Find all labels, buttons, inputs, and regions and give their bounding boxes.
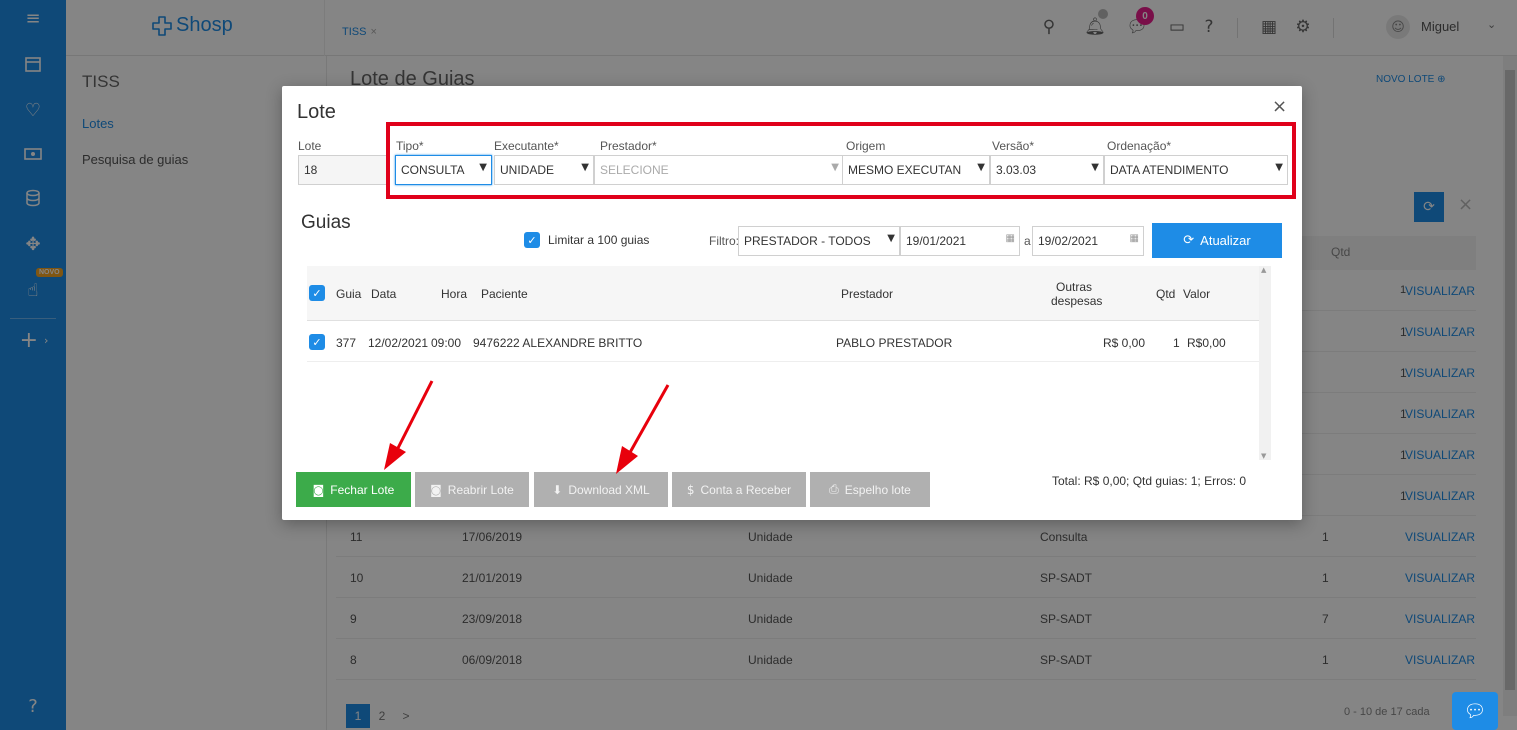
date-from-value: 19/01/2021 <box>906 234 967 248</box>
col-data: Data <box>371 287 397 301</box>
guias-table: ✓ Guia Data Hora Paciente Prestador Outr… <box>307 266 1271 460</box>
cell-hora: 09:00 <box>431 336 462 350</box>
chevron-down-icon: ▼ <box>887 233 895 244</box>
cell-valor: R$0,00 <box>1187 336 1226 350</box>
guias-title: Guias <box>301 212 351 233</box>
cell-paciente: 9476222 ALEXANDRE BRITTO <box>473 336 643 350</box>
totals-summary: Total: R$ 0,00; Qtd guias: 1; Erros: 0 <box>1052 474 1247 488</box>
col-paciente: Paciente <box>481 287 528 301</box>
close-icon[interactable]: × <box>1272 96 1287 117</box>
date-to-value: 19/02/2021 <box>1038 234 1099 248</box>
download-icon: ⬇ <box>552 482 563 497</box>
table-header: ✓ Guia Data Hora Paciente Prestador Outr… <box>307 266 1259 321</box>
lote-modal: Lote × Lote 18 Tipo* CONSULTA ▼ Executant… <box>282 86 1302 520</box>
filtro-label: Filtro: <box>709 234 739 248</box>
download-label: Download XML <box>568 482 650 497</box>
col-outras: Outras <box>1056 280 1093 294</box>
cell-guia: 377 <box>336 336 357 350</box>
cell-data: 12/02/2021 <box>368 336 429 350</box>
cell-prestador: PABLO PRESTADOR <box>836 336 953 350</box>
scroll-up-icon[interactable]: ▲ <box>1261 266 1266 274</box>
atualizar-label: Atualizar <box>1200 233 1251 248</box>
espelho-lote-button[interactable]: ⎙ Espelho lote <box>810 472 930 507</box>
limitar-checkbox[interactable]: ✓ <box>524 232 540 248</box>
col-guia: Guia <box>336 287 362 301</box>
dollar-icon: $ <box>686 482 695 497</box>
lote-value: 18 <box>304 163 318 177</box>
row-checkbox[interactable]: ✓ <box>309 334 325 350</box>
reabrir-label: Reabrir Lote <box>447 482 514 497</box>
conta-receber-button[interactable]: $ Conta a Receber <box>672 472 806 507</box>
scroll-down-icon[interactable]: ▼ <box>1261 452 1266 460</box>
lote-field: 18 <box>298 155 390 185</box>
col-prestador: Prestador <box>841 287 894 301</box>
col-qtd: Qtd <box>1156 287 1176 301</box>
chat-button[interactable]: 💬︎ <box>1452 692 1498 730</box>
filtro-select[interactable]: PRESTADOR - TODOS ▼ <box>738 226 900 256</box>
table-scrollbar[interactable]: ▲ ▼ <box>1259 266 1271 460</box>
fechar-label: Fechar Lote <box>330 482 395 497</box>
table-row[interactable]: ✓ 377 12/02/2021 09:00 9476222 ALEXANDRE… <box>307 322 1259 362</box>
espelho-label: Espelho lote <box>844 482 911 497</box>
date-sep: a <box>1024 234 1031 248</box>
col-hora: Hora <box>441 287 468 301</box>
modal-title: Lote <box>297 101 336 123</box>
print-icon: ⎙ <box>829 482 839 496</box>
calendar-icon[interactable]: ▦ <box>1130 233 1139 244</box>
camera-icon: ◙ <box>312 482 325 497</box>
highlight-box <box>386 122 1296 199</box>
date-from-input[interactable]: 19/01/2021 ▦ <box>900 226 1020 256</box>
col-valor: Valor <box>1183 287 1211 301</box>
calendar-icon[interactable]: ▦ <box>1006 233 1015 244</box>
lote-label: Lote <box>298 139 322 153</box>
fechar-lote-button[interactable]: ◙ Fechar Lote <box>296 472 411 507</box>
select-all-checkbox[interactable]: ✓ <box>309 285 325 301</box>
atualizar-button[interactable]: ⟳ Atualizar <box>1152 223 1282 258</box>
limitar-label: Limitar a 100 guias <box>548 233 650 247</box>
camera-icon: ◙ <box>430 482 442 497</box>
download-xml-button[interactable]: ⬇ Download XML <box>534 472 668 507</box>
cell-outras: R$ 0,00 <box>1103 336 1146 350</box>
refresh-icon: ⟳ <box>1183 233 1195 248</box>
date-to-input[interactable]: 19/02/2021 ▦ <box>1032 226 1144 256</box>
cell-qtd: 1 <box>1173 336 1180 350</box>
conta-label: Conta a Receber <box>700 482 792 497</box>
filtro-value: PRESTADOR - TODOS <box>744 234 871 248</box>
col-despesas: despesas <box>1051 294 1103 308</box>
reabrir-lote-button[interactable]: ◙ Reabrir Lote <box>415 472 529 507</box>
